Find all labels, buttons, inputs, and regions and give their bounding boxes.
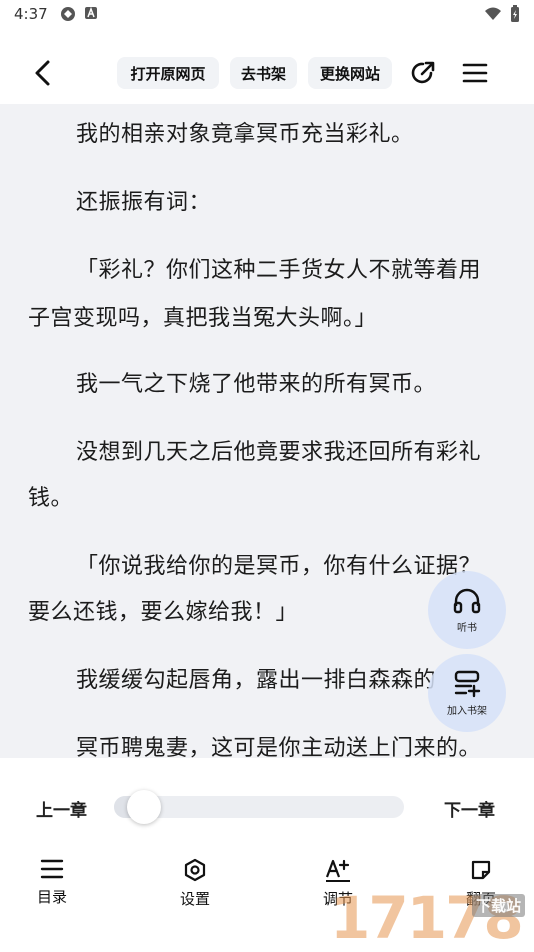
paragraph: 冥币聘鬼妻，这可是你主动送上门来的。 [76, 736, 482, 758]
settings-button[interactable]: 设置 [155, 858, 235, 909]
toc-label: 目录 [36, 888, 67, 906]
share-button[interactable] [406, 56, 440, 90]
status-notification-icons [60, 6, 98, 22]
page-turn-button[interactable]: 翻页 [441, 858, 521, 909]
paragraph-continuation: 子宫变现吗，真把我当冤大头啊。」 [28, 306, 378, 331]
bottom-navigation: 目录 设置 调节 翻页 [0, 844, 534, 950]
chevron-left-icon [35, 60, 50, 86]
wifi-icon [485, 7, 501, 20]
table-of-contents-button[interactable]: 目录 [12, 858, 92, 907]
chapter-progress-slider[interactable] [114, 790, 404, 824]
paragraph: 我的相亲对象竟拿冥币充当彩礼。 [76, 122, 414, 147]
menu-button[interactable] [458, 56, 492, 90]
go-to-bookshelf-button[interactable]: 去书架 [230, 57, 297, 89]
status-system-icons [484, 5, 520, 23]
add-bookshelf-icon [454, 670, 481, 698]
settings-label: 设置 [179, 890, 210, 908]
status-time: 4:37 [14, 5, 48, 23]
add-to-bookshelf-label: 加入书架 [447, 706, 487, 717]
font-adjust-button[interactable]: 调节 [298, 858, 378, 909]
font-adjust-label: 调节 [322, 890, 353, 908]
share-icon [411, 61, 435, 84]
list-icon [40, 859, 64, 879]
paragraph: 「你说我给你的是冥币，你有什么证据？ [76, 554, 482, 579]
font-size-icon [325, 859, 350, 882]
paragraph: 没想到几天之后他竟要求我还回所有彩礼 [76, 440, 482, 465]
paragraph: 「彩礼？你们这种二手货女人不就等着用 [76, 258, 482, 283]
settings-hexagon-icon [184, 858, 206, 882]
listen-book-button[interactable]: 听书 [428, 571, 506, 649]
add-to-bookshelf-button[interactable]: 加入书架 [428, 654, 506, 732]
battery-icon [511, 5, 519, 22]
previous-chapter-button[interactable]: 上一章 [36, 796, 87, 821]
open-original-page-button[interactable]: 打开原网页 [117, 57, 219, 89]
app-shield-icon [61, 7, 75, 21]
back-button[interactable] [26, 56, 60, 90]
paragraph: 我一气之下烧了他带来的所有冥币。 [76, 372, 437, 397]
progress-slider-thumb[interactable] [127, 790, 161, 824]
paragraph-continuation: 钱。 [28, 486, 74, 511]
paragraph: 还振振有词： [76, 190, 212, 215]
hamburger-menu-icon [462, 63, 488, 83]
next-chapter-button[interactable]: 下一章 [444, 796, 495, 821]
page-turn-label: 翻页 [465, 890, 496, 908]
headphones-icon [453, 588, 481, 614]
app-a-icon [85, 6, 97, 19]
reader-toolbar: 打开原网页 去书架 更换网站 [0, 40, 534, 104]
chapter-progress-bar: 上一章 下一章 [0, 758, 534, 844]
change-source-button[interactable]: 更换网站 [308, 57, 392, 89]
status-bar: 4:37 [0, 0, 534, 28]
page-turn-icon [471, 860, 491, 880]
listen-book-label: 听书 [457, 623, 477, 634]
